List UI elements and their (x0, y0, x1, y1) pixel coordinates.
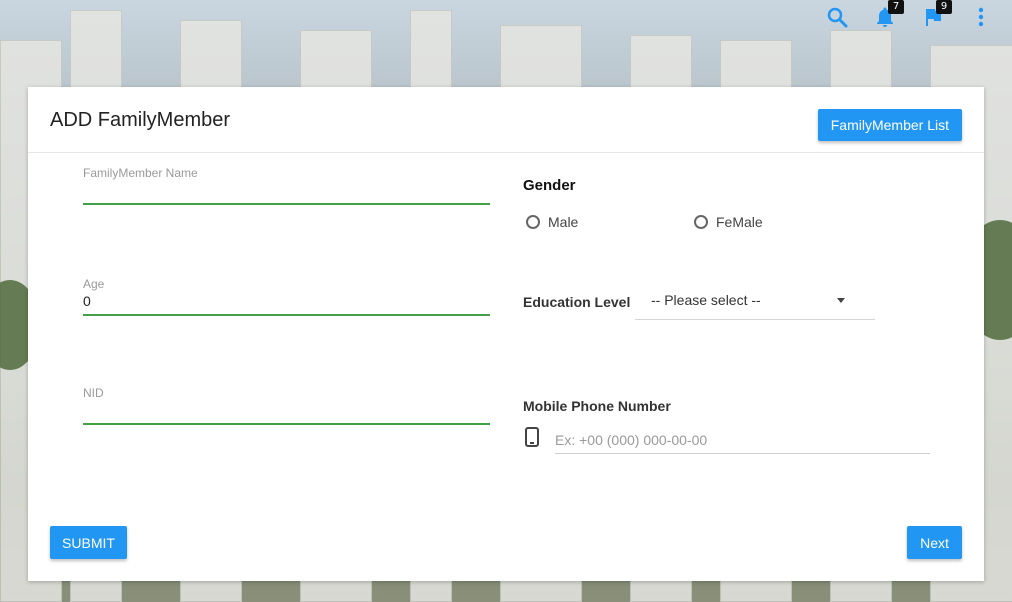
notifications-badge: 7 (888, 0, 904, 14)
age-field[interactable]: Age 0 (83, 277, 490, 316)
radio-circle-icon (694, 215, 708, 229)
search-button[interactable] (824, 4, 850, 30)
family-member-list-button[interactable]: FamilyMember List (817, 109, 962, 141)
more-vert-icon (978, 7, 984, 27)
gender-male-label: Male (548, 214, 579, 230)
phone-icon (525, 427, 539, 447)
education-level-label: Education Level (523, 294, 631, 310)
gender-female-radio[interactable]: FeMale (694, 214, 763, 230)
education-level-select[interactable]: -- Please select -- (635, 288, 875, 320)
gender-female-label: FeMale (716, 214, 763, 230)
search-icon (827, 7, 848, 28)
card-header: ADD FamilyMember FamilyMember List (28, 87, 984, 153)
submit-button[interactable]: SUBMIT (50, 526, 127, 559)
gender-male-radio[interactable]: Male (526, 214, 578, 230)
notifications-button[interactable]: 7 (872, 0, 904, 30)
nid-underline (83, 423, 490, 425)
education-level-value: -- Please select -- (651, 292, 761, 308)
mobile-phone-label: Mobile Phone Number (523, 398, 671, 414)
family-member-name-field[interactable]: FamilyMember Name (83, 166, 490, 205)
top-app-bar: 7 9 (0, 0, 1012, 54)
flag-button[interactable]: 9 (920, 0, 952, 30)
age-underline (83, 314, 490, 316)
page-title: ADD FamilyMember (50, 109, 231, 131)
next-button[interactable]: Next (907, 526, 962, 559)
family-member-name-underline (83, 203, 490, 205)
gender-label: Gender (523, 177, 576, 194)
mobile-phone-input[interactable] (555, 426, 930, 454)
add-family-member-card: ADD FamilyMember FamilyMember List Famil… (28, 87, 984, 581)
more-options-button[interactable] (968, 4, 994, 30)
age-input[interactable]: 0 (83, 293, 490, 311)
family-member-name-input[interactable] (83, 182, 490, 200)
flag-badge: 9 (936, 0, 952, 14)
nid-label: NID (83, 386, 104, 400)
nid-field[interactable]: NID (83, 386, 490, 425)
nid-input[interactable] (83, 402, 490, 420)
chevron-down-icon (837, 298, 845, 303)
age-label: Age (83, 277, 105, 291)
radio-circle-icon (526, 215, 540, 229)
family-member-name-label: FamilyMember Name (83, 166, 198, 180)
